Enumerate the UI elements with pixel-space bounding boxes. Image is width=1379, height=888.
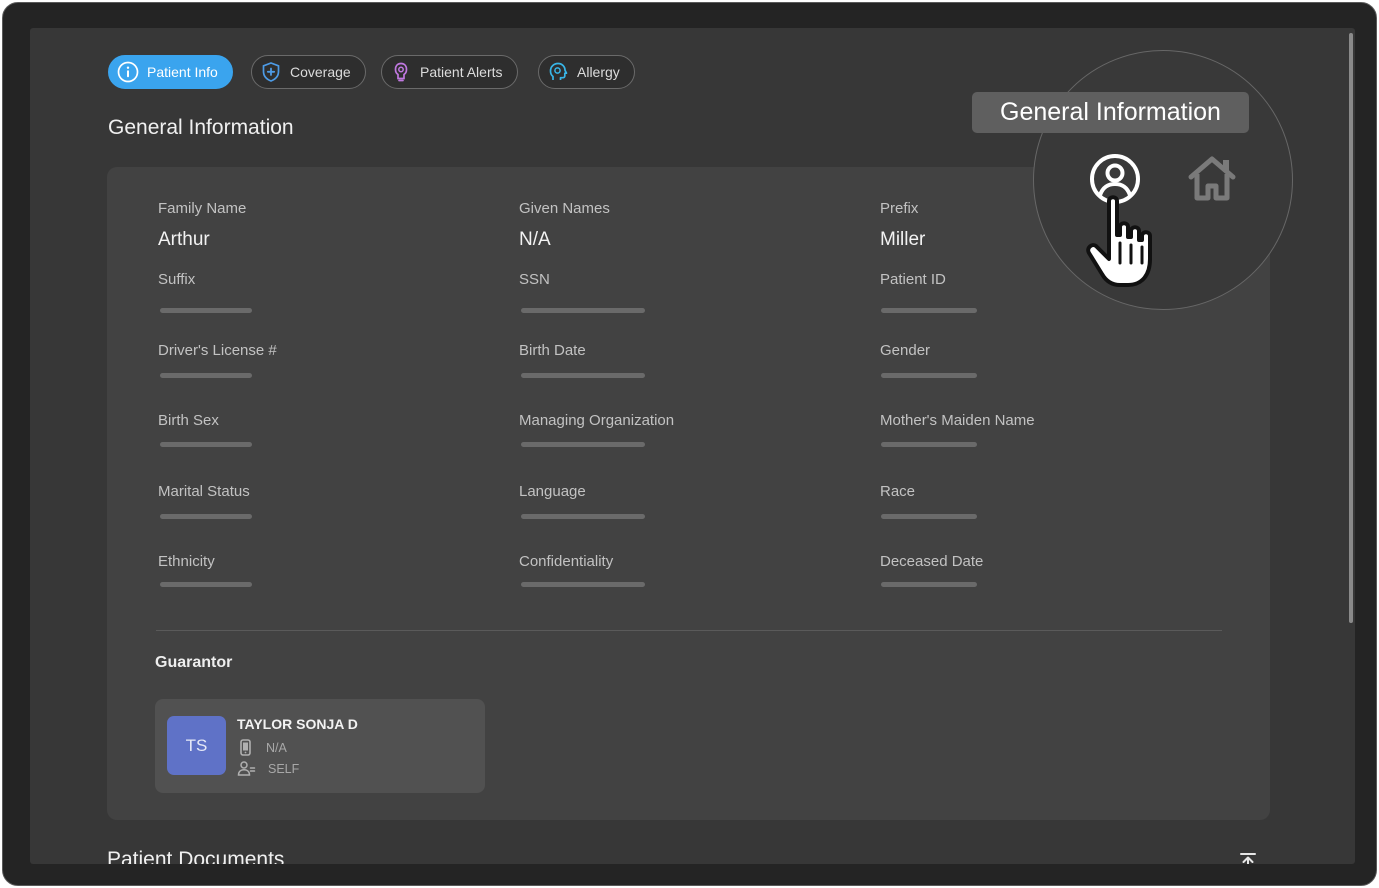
empty-value-placeholder [160, 373, 252, 378]
field-family-name: Family Name Arthur [158, 200, 458, 251]
alert-bell-icon [394, 62, 408, 82]
field-ssn: SSN [519, 271, 819, 288]
section-title-patient-documents: Patient Documents [107, 848, 285, 864]
empty-value-placeholder [881, 373, 977, 378]
field-marital-status: Marital Status [158, 483, 458, 500]
field-label: Managing Organization [519, 412, 675, 429]
field-mothers-maiden-name: Mother's Maiden Name [880, 412, 1180, 429]
field-value: Arthur [158, 229, 210, 250]
tab-label: Allergy [577, 64, 620, 80]
guarantor-relationship-row: SELF [237, 760, 299, 777]
field-label: Birth Date [519, 342, 586, 359]
field-label: Race [880, 483, 916, 500]
field-label: Birth Sex [158, 412, 219, 429]
empty-value-placeholder [521, 514, 645, 519]
tab-label: Patient Info [147, 64, 218, 80]
shield-plus-icon [262, 62, 280, 82]
section-divider [156, 630, 1222, 631]
section-title-general-information: General Information [108, 116, 294, 139]
tab-allergy[interactable]: Allergy [538, 55, 635, 89]
field-label: Gender [880, 342, 931, 359]
guarantor-phone-row: N/A [237, 739, 287, 756]
field-birth-sex: Birth Sex [158, 412, 458, 429]
field-birth-date: Birth Date [519, 342, 819, 359]
empty-value-placeholder [160, 442, 252, 447]
empty-value-placeholder [881, 308, 977, 313]
empty-value-placeholder [160, 514, 252, 519]
tooltip: General Information [972, 92, 1249, 133]
field-value: N/A [519, 229, 551, 250]
field-language: Language [519, 483, 819, 500]
user-group-icon [237, 761, 256, 776]
scroll-top-icon[interactable] [1238, 851, 1258, 864]
empty-value-placeholder [521, 373, 645, 378]
field-label: Given Names [519, 200, 610, 217]
field-label: Suffix [158, 271, 196, 288]
empty-value-placeholder [160, 308, 252, 313]
tab-coverage[interactable]: Coverage [251, 55, 366, 89]
info-icon [117, 61, 139, 83]
empty-value-placeholder [521, 582, 645, 587]
field-label: SSN [519, 271, 550, 288]
tab-patient-alerts[interactable]: Patient Alerts [381, 55, 518, 89]
field-label: Family Name [158, 200, 247, 217]
empty-value-placeholder [881, 442, 977, 447]
field-label: Mother's Maiden Name [880, 412, 1035, 429]
field-label: Driver's License # [158, 342, 277, 359]
tab-label: Patient Alerts [420, 64, 503, 80]
field-ethnicity: Ethnicity [158, 553, 458, 570]
field-label: Deceased Date [880, 553, 984, 570]
field-race: Race [880, 483, 1180, 500]
field-managing-organization: Managing Organization [519, 412, 819, 429]
avatar: TS [167, 716, 226, 775]
guarantor-phone: N/A [266, 740, 287, 755]
guarantor-name: TAYLOR SONJA D [237, 716, 358, 732]
allergy-head-icon [549, 62, 568, 80]
tab-patient-info[interactable]: Patient Info [108, 55, 233, 89]
field-suffix: Suffix [158, 271, 458, 288]
empty-value-placeholder [521, 442, 645, 447]
guarantor-card[interactable]: TS TAYLOR SONJA D N/A SELF [155, 699, 485, 793]
guarantor-relationship: SELF [268, 761, 300, 776]
empty-value-placeholder [881, 514, 977, 519]
field-label: Confidentiality [519, 553, 614, 570]
phone-icon [240, 739, 251, 756]
pointer-hand-icon [1086, 195, 1152, 287]
field-confidentiality: Confidentiality [519, 553, 819, 570]
field-deceased-date: Deceased Date [880, 553, 1180, 570]
empty-value-placeholder [160, 582, 252, 587]
magnifier-callout [1033, 50, 1293, 310]
field-gender: Gender [880, 342, 1180, 359]
field-label: Language [519, 483, 586, 500]
guarantor-title: Guarantor [155, 654, 233, 671]
vertical-scrollbar[interactable] [1349, 33, 1353, 623]
empty-value-placeholder [521, 308, 645, 313]
tab-label: Coverage [290, 64, 351, 80]
home-icon[interactable] [1187, 155, 1237, 201]
field-label: Marital Status [158, 483, 250, 500]
field-given-names: Given Names N/A [519, 200, 819, 251]
empty-value-placeholder [881, 582, 977, 587]
field-label: Ethnicity [158, 553, 215, 570]
field-drivers-license: Driver's License # [158, 342, 458, 359]
